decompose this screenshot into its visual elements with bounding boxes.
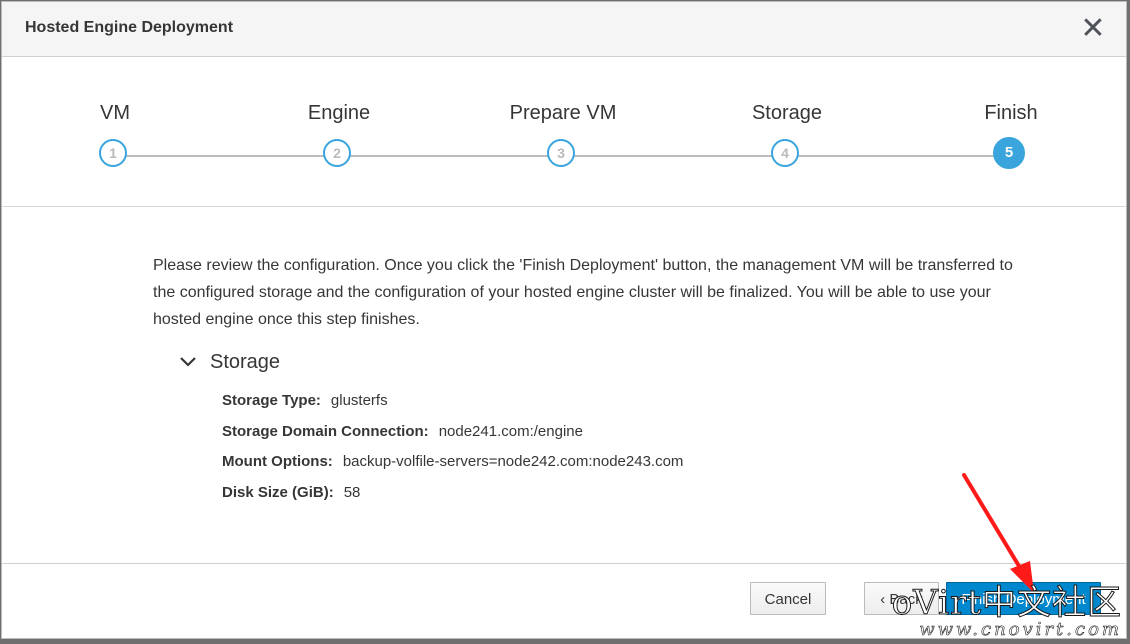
storage-section-toggle[interactable]: Storage: [178, 349, 280, 375]
detail-label: Storage Type:: [222, 392, 321, 409]
hosted-engine-deployment-dialog: Hosted Engine Deployment ✕ VM 1 Engine 2…: [1, 1, 1127, 639]
detail-row-storage-domain-connection: Storage Domain Connection: node241.com:/e…: [222, 419, 683, 450]
step-number: 4: [771, 139, 799, 167]
section-title: Storage: [210, 350, 281, 373]
step-label: Prepare VM: [509, 102, 617, 124]
cancel-button[interactable]: Cancel: [750, 582, 826, 615]
step-label: VM: [100, 102, 130, 124]
storage-details: Storage Type: glusterfs Storage Domain Co…: [222, 388, 683, 510]
detail-label: Storage Domain Connection:: [222, 422, 429, 440]
step-number-active: 5: [993, 137, 1025, 169]
detail-label: Disk Size (GiB):: [222, 483, 334, 501]
dialog-footer: Cancel ‹ Back Finish Deployment: [2, 563, 1126, 638]
step-number: 2: [323, 139, 351, 167]
wizard-steps: VM 1 Engine 2 Prepare VM 3 Storage 4 Fin…: [2, 57, 1126, 207]
chevron-down-icon: [178, 349, 198, 375]
close-icon[interactable]: ✕: [1080, 14, 1106, 44]
step-number: 1: [99, 139, 127, 167]
detail-label: Mount Options:: [222, 453, 333, 470]
detail-value: 58: [343, 483, 361, 501]
back-button[interactable]: ‹ Back: [864, 582, 939, 615]
detail-row-disk-size: Disk Size (GiB): 58: [222, 480, 683, 511]
step-label: Storage: [751, 102, 823, 124]
step-label: Finish: [984, 102, 1038, 124]
detail-value: node241.com:/engine: [438, 422, 583, 440]
detail-value: glusterfs: [330, 392, 388, 409]
dialog-header: Hosted Engine Deployment ✕: [2, 2, 1126, 57]
review-instructions: Please review the configuration. Once yo…: [153, 257, 1013, 328]
dialog-title: Hosted Engine Deployment: [25, 19, 234, 36]
step-label: Engine: [307, 102, 371, 124]
step-number: 3: [547, 139, 575, 167]
finish-deployment-button[interactable]: Finish Deployment: [946, 582, 1101, 615]
detail-row-storage-type: Storage Type: glusterfs: [222, 388, 683, 419]
detail-value: backup-volfile-servers=node242.com:node2…: [342, 453, 684, 470]
detail-row-mount-options: Mount Options: backup-volfile-servers=nod…: [222, 449, 683, 480]
